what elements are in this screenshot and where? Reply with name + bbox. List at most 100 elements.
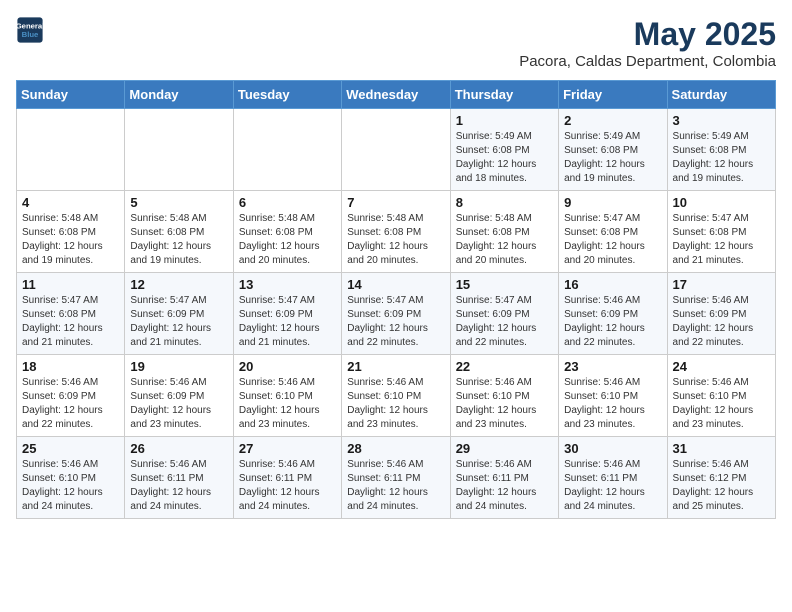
header-tuesday: Tuesday	[233, 81, 341, 109]
day-number: 10	[673, 195, 770, 210]
day-number: 5	[130, 195, 227, 210]
day-number: 31	[673, 441, 770, 456]
calendar-cell	[17, 109, 125, 191]
calendar-cell: 23 Sunrise: 5:46 AM Sunset: 6:10 PM Dayli…	[559, 355, 667, 437]
day-number: 6	[239, 195, 336, 210]
logo-icon: General Blue	[16, 16, 44, 44]
title-area: May 2025 Pacora, Caldas Department, Colo…	[519, 16, 776, 70]
calendar-cell: 10 Sunrise: 5:47 AM Sunset: 6:08 PM Dayli…	[667, 191, 775, 273]
header-wednesday: Wednesday	[342, 81, 450, 109]
calendar-cell: 24Sunrise: 5:46 AM Sunset: 6:10 PM Dayli…	[667, 355, 775, 437]
day-info: Sunrise: 5:47 AM Sunset: 6:09 PM Dayligh…	[347, 294, 444, 350]
day-number: 20	[239, 359, 336, 374]
day-info: Sunrise: 5:47 AM Sunset: 6:08 PM Dayligh…	[673, 212, 770, 268]
day-info: Sunrise: 5:49 AM Sunset: 6:08 PM Dayligh…	[564, 130, 661, 186]
day-number: 13	[239, 277, 336, 292]
day-number: 17	[673, 277, 770, 292]
calendar-cell: 4 Sunrise: 5:48 AM Sunset: 6:08 PM Daylig…	[17, 191, 125, 273]
day-info: Sunrise: 5:46 AM Sunset: 6:10 PM Dayligh…	[456, 376, 553, 432]
day-info: Sunrise: 5:48 AM Sunset: 6:08 PM Dayligh…	[239, 212, 336, 268]
day-info: Sunrise: 5:46 AM Sunset: 6:11 PM Dayligh…	[239, 458, 336, 514]
month-year: May 2025	[519, 16, 776, 53]
header-monday: Monday	[125, 81, 233, 109]
calendar-cell: 22 Sunrise: 5:46 AM Sunset: 6:10 PM Dayli…	[450, 355, 558, 437]
day-number: 11	[22, 277, 119, 292]
calendar-cell: 9 Sunrise: 5:47 AM Sunset: 6:08 PM Daylig…	[559, 191, 667, 273]
calendar-cell: 29Sunrise: 5:46 AM Sunset: 6:11 PM Dayli…	[450, 437, 558, 519]
day-number: 23	[564, 359, 661, 374]
calendar-cell: 13 Sunrise: 5:47 AM Sunset: 6:09 PM Dayli…	[233, 273, 341, 355]
day-info: Sunrise: 5:46 AM Sunset: 6:10 PM Dayligh…	[673, 376, 770, 432]
day-number: 4	[22, 195, 119, 210]
day-number: 2	[564, 113, 661, 128]
calendar-cell	[342, 109, 450, 191]
location: Pacora, Caldas Department, Colombia	[519, 53, 776, 70]
calendar-week-2: 4 Sunrise: 5:48 AM Sunset: 6:08 PM Daylig…	[17, 191, 776, 273]
day-number: 8	[456, 195, 553, 210]
day-number: 15	[456, 277, 553, 292]
day-number: 19	[130, 359, 227, 374]
day-info: Sunrise: 5:48 AM Sunset: 6:08 PM Dayligh…	[347, 212, 444, 268]
header-thursday: Thursday	[450, 81, 558, 109]
calendar-cell: 3 Sunrise: 5:49 AM Sunset: 6:08 PM Daylig…	[667, 109, 775, 191]
calendar-cell: 15 Sunrise: 5:47 AM Sunset: 6:09 PM Dayli…	[450, 273, 558, 355]
calendar-cell: 19 Sunrise: 5:46 AM Sunset: 6:09 PM Dayli…	[125, 355, 233, 437]
day-number: 25	[22, 441, 119, 456]
header-sunday: Sunday	[17, 81, 125, 109]
day-number: 16	[564, 277, 661, 292]
calendar-cell: 7 Sunrise: 5:48 AM Sunset: 6:08 PM Daylig…	[342, 191, 450, 273]
calendar-cell: 31 Sunrise: 5:46 AM Sunset: 6:12 PM Dayli…	[667, 437, 775, 519]
day-info: Sunrise: 5:49 AM Sunset: 6:08 PM Dayligh…	[673, 130, 770, 186]
calendar-cell: 2 Sunrise: 5:49 AM Sunset: 6:08 PM Daylig…	[559, 109, 667, 191]
calendar: SundayMondayTuesdayWednesdayThursdayFrid…	[16, 80, 776, 519]
day-number: 14	[347, 277, 444, 292]
svg-text:General: General	[16, 22, 44, 31]
calendar-cell: 21Sunrise: 5:46 AM Sunset: 6:10 PM Dayli…	[342, 355, 450, 437]
calendar-cell: 11 Sunrise: 5:47 AM Sunset: 6:08 PM Dayli…	[17, 273, 125, 355]
day-number: 21	[347, 359, 444, 374]
day-number: 27	[239, 441, 336, 456]
day-info: Sunrise: 5:49 AM Sunset: 6:08 PM Dayligh…	[456, 130, 553, 186]
day-number: 3	[673, 113, 770, 128]
calendar-cell: 20Sunrise: 5:46 AM Sunset: 6:10 PM Dayli…	[233, 355, 341, 437]
day-info: Sunrise: 5:48 AM Sunset: 6:08 PM Dayligh…	[22, 212, 119, 268]
calendar-cell: 12Sunrise: 5:47 AM Sunset: 6:09 PM Dayli…	[125, 273, 233, 355]
calendar-cell: 5 Sunrise: 5:48 AM Sunset: 6:08 PM Daylig…	[125, 191, 233, 273]
day-info: Sunrise: 5:47 AM Sunset: 6:09 PM Dayligh…	[456, 294, 553, 350]
header: General Blue May 2025 Pacora, Caldas Dep…	[16, 16, 776, 70]
calendar-cell: 28Sunrise: 5:46 AM Sunset: 6:11 PM Dayli…	[342, 437, 450, 519]
day-number: 26	[130, 441, 227, 456]
day-number: 7	[347, 195, 444, 210]
calendar-cell: 16Sunrise: 5:46 AM Sunset: 6:09 PM Dayli…	[559, 273, 667, 355]
calendar-cell: 1Sunrise: 5:49 AM Sunset: 6:08 PM Daylig…	[450, 109, 558, 191]
day-info: Sunrise: 5:47 AM Sunset: 6:08 PM Dayligh…	[564, 212, 661, 268]
calendar-cell	[233, 109, 341, 191]
calendar-cell: 25 Sunrise: 5:46 AM Sunset: 6:10 PM Dayli…	[17, 437, 125, 519]
day-info: Sunrise: 5:47 AM Sunset: 6:09 PM Dayligh…	[130, 294, 227, 350]
calendar-cell: 6 Sunrise: 5:48 AM Sunset: 6:08 PM Daylig…	[233, 191, 341, 273]
header-saturday: Saturday	[667, 81, 775, 109]
day-info: Sunrise: 5:46 AM Sunset: 6:11 PM Dayligh…	[130, 458, 227, 514]
calendar-cell: 17 Sunrise: 5:46 AM Sunset: 6:09 PM Dayli…	[667, 273, 775, 355]
day-info: Sunrise: 5:47 AM Sunset: 6:09 PM Dayligh…	[239, 294, 336, 350]
day-number: 28	[347, 441, 444, 456]
day-number: 22	[456, 359, 553, 374]
day-info: Sunrise: 5:47 AM Sunset: 6:08 PM Dayligh…	[22, 294, 119, 350]
calendar-cell: 8 Sunrise: 5:48 AM Sunset: 6:08 PM Daylig…	[450, 191, 558, 273]
header-friday: Friday	[559, 81, 667, 109]
logo: General Blue	[16, 16, 44, 44]
day-info: Sunrise: 5:46 AM Sunset: 6:12 PM Dayligh…	[673, 458, 770, 514]
day-info: Sunrise: 5:48 AM Sunset: 6:08 PM Dayligh…	[130, 212, 227, 268]
day-info: Sunrise: 5:46 AM Sunset: 6:10 PM Dayligh…	[22, 458, 119, 514]
day-info: Sunrise: 5:46 AM Sunset: 6:10 PM Dayligh…	[564, 376, 661, 432]
calendar-cell: 26 Sunrise: 5:46 AM Sunset: 6:11 PM Dayli…	[125, 437, 233, 519]
day-info: Sunrise: 5:46 AM Sunset: 6:09 PM Dayligh…	[673, 294, 770, 350]
day-info: Sunrise: 5:46 AM Sunset: 6:09 PM Dayligh…	[130, 376, 227, 432]
calendar-week-3: 11 Sunrise: 5:47 AM Sunset: 6:08 PM Dayli…	[17, 273, 776, 355]
svg-text:Blue: Blue	[22, 30, 39, 39]
calendar-cell: 30Sunrise: 5:46 AM Sunset: 6:11 PM Dayli…	[559, 437, 667, 519]
calendar-cell: 27 Sunrise: 5:46 AM Sunset: 6:11 PM Dayli…	[233, 437, 341, 519]
day-info: Sunrise: 5:48 AM Sunset: 6:08 PM Dayligh…	[456, 212, 553, 268]
day-info: Sunrise: 5:46 AM Sunset: 6:09 PM Dayligh…	[22, 376, 119, 432]
day-number: 9	[564, 195, 661, 210]
